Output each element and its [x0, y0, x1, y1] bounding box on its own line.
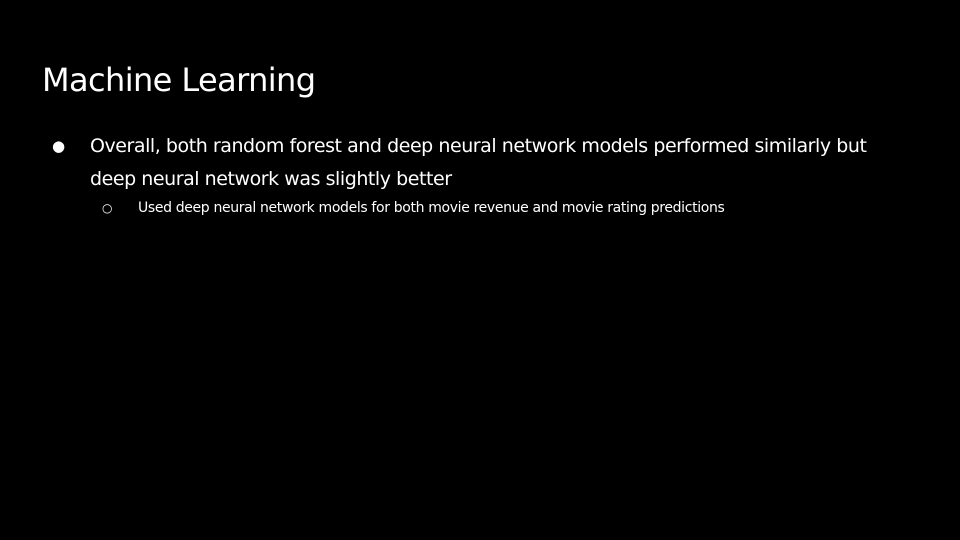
slide: Machine Learning ● Overall, both random …: [0, 0, 960, 540]
bullet-text: Overall, both random forest and deep neu…: [90, 135, 867, 190]
sub-bullet-text: Used deep neural network models for both…: [138, 200, 725, 216]
slide-title: Machine Learning: [42, 61, 316, 99]
bullet-marker-icon: ●: [52, 137, 66, 155]
sub-bullet-marker-icon: ○: [102, 201, 113, 215]
